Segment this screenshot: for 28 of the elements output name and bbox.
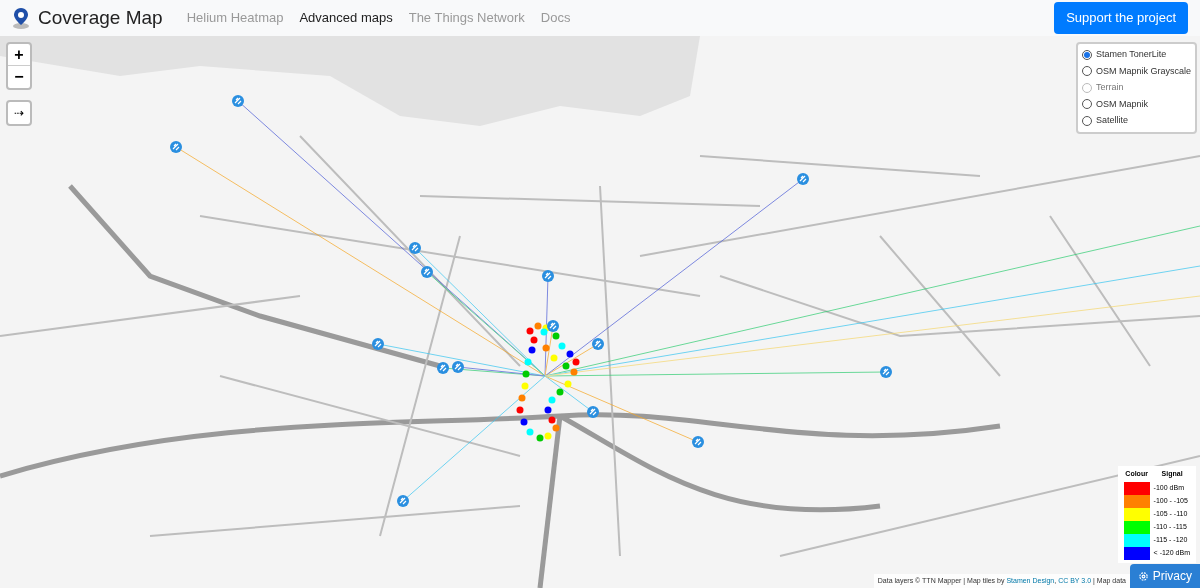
gateway-marker-icon[interactable]	[880, 366, 892, 378]
privacy-button[interactable]: Privacy	[1129, 564, 1200, 588]
zoom-in-button[interactable]: +	[8, 44, 30, 66]
layer-option[interactable]: Stamen TonerLite	[1081, 48, 1191, 62]
gateway-marker-icon[interactable]	[797, 173, 809, 185]
gateway-marker-icon[interactable]	[421, 266, 433, 278]
gateway-marker-icon[interactable]	[592, 338, 604, 350]
gateway-marker-icon[interactable]	[409, 242, 421, 254]
layer-option[interactable]: OSM Mapnik	[1081, 97, 1191, 111]
gateway-marker-icon[interactable]	[542, 270, 554, 282]
layer-option[interactable]: OSM Mapnik Grayscale	[1081, 64, 1191, 78]
map-pin-icon	[12, 7, 30, 29]
gateway-marker-icon[interactable]	[232, 95, 244, 107]
gateway-marker-icon[interactable]	[437, 362, 449, 374]
gateway-marker-icon[interactable]	[547, 320, 559, 332]
layer-option[interactable]: Satellite	[1081, 114, 1191, 128]
brand-title[interactable]: Coverage Map	[38, 3, 163, 33]
gateway-marker-icon[interactable]	[692, 436, 704, 448]
gateway-marker-icon[interactable]	[170, 141, 182, 153]
support-button[interactable]: Support the project	[1054, 2, 1188, 34]
gateway-marker-icon[interactable]	[452, 361, 464, 373]
locate-button[interactable]: ⇢	[6, 100, 32, 126]
gateway-marker-icon[interactable]	[397, 495, 409, 507]
gear-icon	[1137, 570, 1149, 582]
gateway-marker-icon[interactable]	[372, 338, 384, 350]
zoom-out-button[interactable]: −	[8, 66, 30, 88]
gateway-marker-icon[interactable]	[587, 406, 599, 418]
nav-link[interactable]: Advanced maps	[299, 8, 393, 28]
